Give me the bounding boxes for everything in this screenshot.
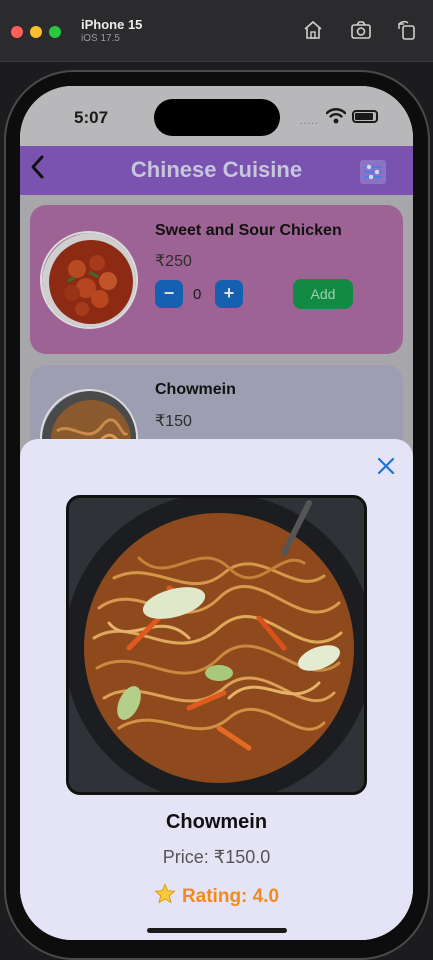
simulator-toolbar: iPhone 15 iOS 17.5 bbox=[0, 0, 433, 62]
window-minimize-button[interactable] bbox=[30, 26, 42, 38]
page-title: Chinese Cuisine bbox=[130, 157, 303, 182]
food-thumbnail bbox=[40, 231, 138, 329]
detail-item-rating: Rating: 4.0 bbox=[20, 883, 413, 908]
window-close-button[interactable] bbox=[11, 26, 23, 38]
camera-icon[interactable] bbox=[350, 20, 372, 40]
quantity-value: 0 bbox=[193, 286, 202, 303]
detail-item-name: Chowmein bbox=[165, 811, 268, 833]
filter-icon[interactable] bbox=[360, 160, 386, 184]
status-time: 5:07 bbox=[74, 108, 109, 127]
battery-icon bbox=[352, 110, 378, 123]
phone-screen: 5:07 ..... Chinese Cuisine Sweet and Sou… bbox=[20, 86, 413, 940]
increase-quantity-button[interactable]: + bbox=[215, 280, 243, 308]
menu-item-name: Sweet and Sour Chicken bbox=[155, 222, 342, 239]
star-icon bbox=[154, 883, 176, 904]
wifi-icon bbox=[326, 108, 346, 124]
menu-item-name: Chowmein bbox=[155, 381, 236, 398]
close-icon[interactable] bbox=[375, 455, 397, 477]
window-zoom-button[interactable] bbox=[49, 26, 61, 38]
decrease-quantity-button[interactable]: − bbox=[155, 280, 183, 308]
status-bar: 5:07 ..... bbox=[20, 86, 413, 146]
simulator-os-version: iOS 17.5 bbox=[81, 33, 120, 44]
navigation-bar: Chinese Cuisine bbox=[20, 146, 413, 195]
rating-text: Rating: 4.0 bbox=[181, 886, 280, 907]
menu-item-price: ₹250 bbox=[155, 253, 192, 270]
dynamic-island bbox=[154, 99, 280, 136]
signal-indicator: ..... bbox=[300, 116, 319, 127]
home-indicator[interactable] bbox=[147, 928, 287, 933]
food-photo bbox=[66, 495, 367, 795]
detail-item-price: Price: ₹150.0 bbox=[162, 847, 271, 867]
add-to-cart-button[interactable]: Add bbox=[293, 279, 353, 309]
home-icon[interactable] bbox=[302, 20, 324, 40]
item-detail-sheet: Chowmein Price: ₹150.0 Rating: 4.0 bbox=[20, 439, 413, 940]
menu-item-price: ₹150 bbox=[155, 413, 192, 430]
simulator-device-name: iPhone 15 bbox=[81, 17, 143, 32]
rotate-icon[interactable] bbox=[396, 20, 418, 40]
menu-item-card[interactable]: Sweet and Sour Chicken ₹250 − 0 + Add bbox=[30, 205, 403, 354]
